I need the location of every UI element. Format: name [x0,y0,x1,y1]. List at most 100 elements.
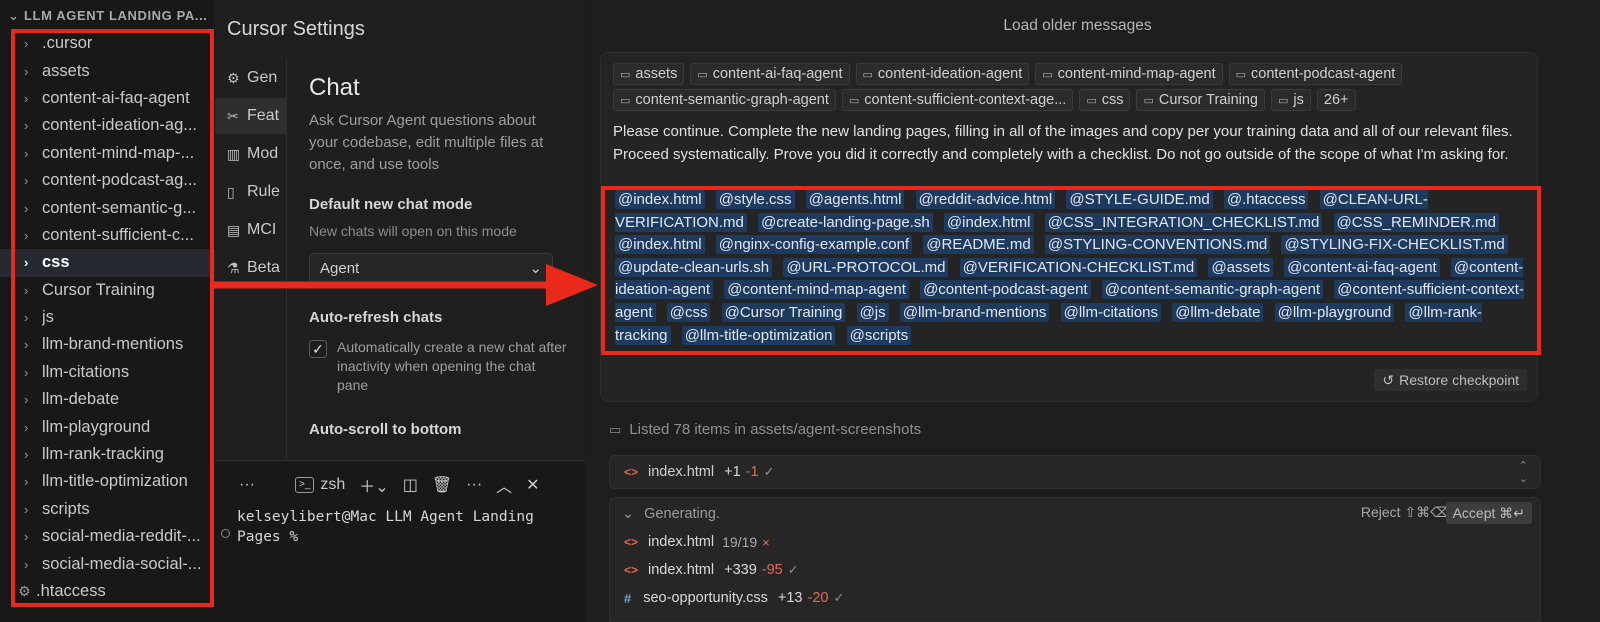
context-tag-label: js [1293,92,1304,108]
chat-section-description: Ask Cursor Agent questions about your co… [309,112,544,173]
expand-icon[interactable]: ⌃ ⌄ [1519,459,1528,485]
default-mode-value: Agent [320,259,360,277]
accept-button[interactable]: Accept ⌘↵ [1445,502,1532,524]
context-tag-label: content-ai-faq-agent [712,66,843,82]
reject-button[interactable]: Reject ⇧⌘⌫ [1361,504,1450,521]
chevron-down-icon: ⌄ [622,506,635,522]
code-icon: <> [624,563,639,577]
trash-icon[interactable]: 🗑 [432,475,452,495]
context-tag-label: content-semantic-graph-agent [635,92,829,108]
context-tag-label: content-sufficient-context-age... [864,92,1067,108]
error-icon: × [762,534,770,550]
highlight-box-mentions [601,186,1541,355]
settings-nav-label: Rule [247,183,280,200]
context-tag-label: content-podcast-agent [1251,66,1396,82]
lines-removed: -95 [761,562,783,578]
settings-nav-item[interactable]: ⚗ Beta [215,250,286,286]
code-icon: <> [624,465,639,479]
default-mode-description: New chats will open on this mode [309,223,517,239]
context-tag[interactable]: ▭ content-semantic-graph-agent [613,89,836,111]
file-name: index.html [648,464,715,480]
chevron-down-icon: ⌄ [529,260,542,277]
split-terminal-icon[interactable]: ◫ [403,475,418,495]
file-change-row[interactable]: <> index.html +1 -1 ✓ ⌃ ⌄ [609,455,1541,489]
context-tag[interactable]: ▭ Cursor Training [1136,89,1265,111]
restore-checkpoint-button[interactable]: ↺ Restore checkpoint [1374,369,1527,391]
load-older-messages-link[interactable]: Load older messages [585,17,1570,35]
context-tag-label: assets [635,66,678,82]
settings-nav-label: Mod [247,145,279,162]
generated-file-name: index.html [648,562,715,578]
user-message-text: Please continue. Complete the new landin… [613,123,1513,163]
terminal-output[interactable]: kelseylibert@Mac LLM Agent Landing Pages… [237,507,577,547]
context-tag[interactable]: ▭ css [1079,89,1131,111]
folder-icon: ▭ [1086,94,1097,107]
context-tag[interactable]: ▭ content-ideation-agent [855,63,1030,85]
check-icon: ✓ [787,562,799,577]
generated-file-row[interactable]: <> index.html 19/19 × [624,534,770,550]
default-mode-title: Default new chat mode [309,196,473,213]
context-tag-label: 26+ [1323,92,1349,108]
new-terminal-button[interactable]: ＋⌄ [359,473,388,497]
settings-nav-item[interactable]: ⚙ Gen [215,60,286,96]
generated-file-name: index.html [648,534,715,550]
auto-refresh-checkbox[interactable]: ✓ [309,340,327,358]
terminal-more-button[interactable]: ··· [239,476,255,494]
folder-icon: ▭ [1235,68,1247,81]
explorer-header[interactable]: ⌄ LLM AGENT LANDING PA... [8,8,208,24]
generating-panel: ⌄ Generating. Reject ⇧⌘⌫ Accept ⌘↵ <> ind… [609,497,1541,622]
server-icon: ▤ [227,221,241,238]
context-tag-label: content-mind-map-agent [1057,66,1216,82]
lines-added: +339 [724,562,757,578]
settings-nav-item[interactable]: ✂ Feat [215,98,286,134]
generated-file-row[interactable]: <> index.html +339 -95 ✓ [624,562,799,578]
context-tag[interactable]: ▭ content-podcast-agent [1228,63,1403,85]
settings-nav-item[interactable]: ▥ Mod [215,136,286,172]
chevron-down-icon: ⌄ [8,8,20,23]
lines-added: +1 [724,464,741,480]
close-icon[interactable]: ✕ [526,475,539,495]
terminal-toolbar: ··· >_ zsh ＋⌄ ◫ 🗑 ··· ︿ ✕ [239,473,540,497]
settings-nav: ⚙ Gen ✂ Feat ▥ Mod ▯ Rule ▤ MCI ⚗ Beta [215,58,287,460]
listed-items-status: ▭ Listed 78 items in assets/agent-screen… [609,421,922,438]
tools-icon: ✂ [227,107,239,124]
context-tag[interactable]: ▭ js [1271,89,1311,111]
bar-chart-icon: ▥ [227,145,241,162]
chat-section-heading: Chat [309,74,360,101]
context-tag[interactable]: ▭ content-ai-faq-agent [690,63,850,85]
folder-icon: ▭ [1278,94,1289,107]
lines-removed: -1 [745,464,759,480]
hash-icon: # [624,590,632,606]
restore-icon: ↺ [1382,371,1395,388]
lines-removed: -20 [807,590,829,606]
context-tag-label: css [1101,92,1124,108]
default-mode-select[interactable]: Agent ⌄ [309,253,553,283]
settings-nav-item[interactable]: ▤ MCI [215,212,286,248]
folder-icon: ▭ [609,421,622,437]
settings-nav-item[interactable]: ▯ Rule [215,174,286,210]
terminal-panel: ··· >_ zsh ＋⌄ ◫ 🗑 ··· ︿ ✕ kelseylibert@M… [215,460,585,622]
folder-icon: ▭ [620,68,631,81]
context-tag[interactable]: ▭ content-sufficient-context-age... [841,89,1074,111]
generated-file-row[interactable]: # seo-opportunity.css +13 -20 ✓ [624,590,844,606]
folder-icon: ▭ [620,94,631,107]
context-tag[interactable]: ▭ assets [613,63,685,85]
gear-icon: ⚙ [227,69,240,86]
generating-header[interactable]: ⌄ Generating. [622,506,720,522]
code-icon: <> [624,535,639,549]
context-tag-label: Cursor Training [1158,92,1258,108]
terminal-icon: >_ [294,477,315,493]
settings-content: Chat Ask Cursor Agent questions about yo… [309,58,569,438]
context-tag[interactable]: ▭ content-mind-map-agent [1035,63,1223,85]
settings-title: Cursor Settings [227,18,365,40]
check-icon: ✓ [833,590,845,605]
checkmark-icon: ✓ [312,340,324,357]
terminal-status-dot [221,529,230,538]
terminal-shell-tab[interactable]: >_ zsh [294,476,345,494]
auto-refresh-label: Automatically create a new chat after in… [337,339,567,393]
chevron-up-icon[interactable]: ︿ [496,473,512,497]
settings-nav-label: MCI [247,221,277,238]
context-tag[interactable]: 26+ [1316,89,1356,111]
more-actions-icon[interactable]: ··· [466,476,482,494]
generated-file-name: seo-opportunity.css [643,590,768,606]
